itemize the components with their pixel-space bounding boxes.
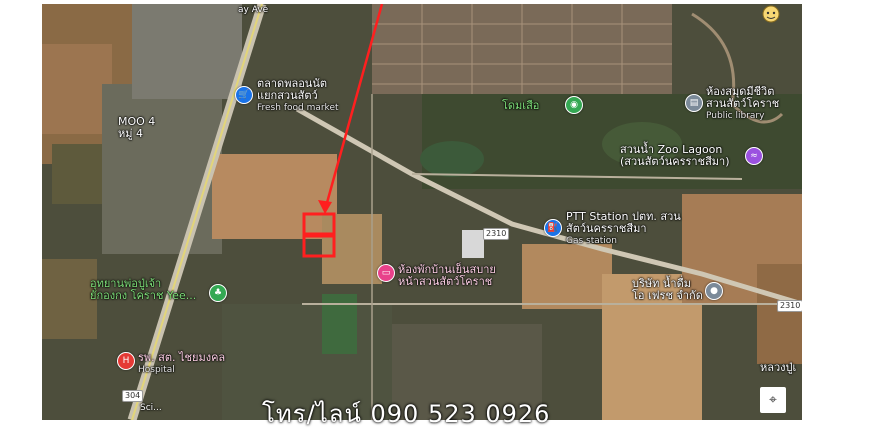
company-label[interactable]: บริษัท น้ำดื่ม โอ เฟรช จำกัด	[632, 278, 703, 302]
company-name2: โอ เฟรช จำกัด	[632, 289, 703, 302]
market-label[interactable]: ตลาดพลอนนัต แยกสวนสัตว์ Fresh food marke…	[257, 78, 339, 114]
hospital-icon[interactable]: H	[117, 352, 135, 370]
location-pin-icon[interactable]: ●	[705, 282, 723, 300]
book-icon[interactable]: ▤	[685, 94, 703, 112]
hospital-name: รพ. สต. ไชยมงคล	[138, 351, 226, 364]
east-edge-label: หลวงปู่เ	[760, 361, 797, 374]
market-name-th2: แยกสวนสัตว์	[257, 89, 318, 102]
phone-contact-overlay: โทร/ไลน์ 090 523 0926	[262, 400, 551, 428]
tiger-dome-label[interactable]: โดมเสือ	[502, 100, 539, 112]
moo-th: หมู่ 4	[118, 127, 143, 140]
my-location-button[interactable]: ⌖	[760, 387, 786, 413]
hotel-label[interactable]: ห้องพักบ้านเย็นสบาย หน้าสวนสัตว์โคราช	[398, 264, 496, 288]
road-sci-label: Sci...	[140, 403, 162, 413]
water-park-icon[interactable]: ≈	[745, 147, 763, 165]
hotel-bed-icon[interactable]: ▭	[377, 264, 395, 282]
park-name2: ยักองกง โคราช Yee...	[90, 289, 197, 302]
paw-icon[interactable]: ◉	[565, 96, 583, 114]
zoo-lagoon-name2: (สวนสัตว์นครราชสีมา)	[620, 155, 730, 168]
library-name-en: Public library	[706, 111, 765, 121]
ptt-label[interactable]: PTT Station ปตท. สวน สัตว์นครราชสีมา Gas…	[566, 211, 681, 247]
park-label[interactable]: อุทยานพ่อปู่เจ้า ยักองกง โคราช Yee...	[90, 278, 196, 302]
satellite-map[interactable]: 🛒 ◉ ▤ ≈ ⛽ ▭ ♣ ● H ตลาดพลอนนัต แยกสวนสัตว…	[42, 4, 802, 420]
road-top-label: ay Ave	[238, 5, 269, 15]
hospital-label[interactable]: รพ. สต. ไชยมงคล Hospital	[138, 352, 225, 376]
pegman-icon[interactable]	[758, 4, 784, 24]
hospital-name-en: Hospital	[138, 365, 175, 375]
ptt-name2: สัตว์นครราชสีมา	[566, 222, 647, 235]
gas-station-icon[interactable]: ⛽	[544, 219, 562, 237]
road-shield-2310-a: 2310	[483, 228, 510, 240]
zoo-lagoon-label[interactable]: สวนน้ำ Zoo Lagoon (สวนสัตว์นครราชสีมา)	[620, 144, 730, 168]
market-name-en: Fresh food market	[257, 103, 339, 113]
crosshair-icon: ⌖	[769, 392, 777, 408]
hotel-name2: หน้าสวนสัตว์โคราช	[398, 275, 493, 288]
tree-icon[interactable]: ♣	[209, 284, 227, 302]
library-label[interactable]: ห้องสมุดมีชีวิต สวนสัตว์โคราช Public lib…	[706, 86, 779, 122]
road-shield-2310-b: 2310	[777, 300, 802, 312]
ptt-name-en: Gas station	[566, 236, 618, 246]
library-name-th2: สวนสัตว์โคราช	[706, 97, 780, 110]
shopping-cart-icon[interactable]: 🛒	[235, 86, 253, 104]
moo-label: MOO 4 หมู่ 4	[118, 116, 155, 140]
road-shield-304: 304	[122, 390, 144, 402]
